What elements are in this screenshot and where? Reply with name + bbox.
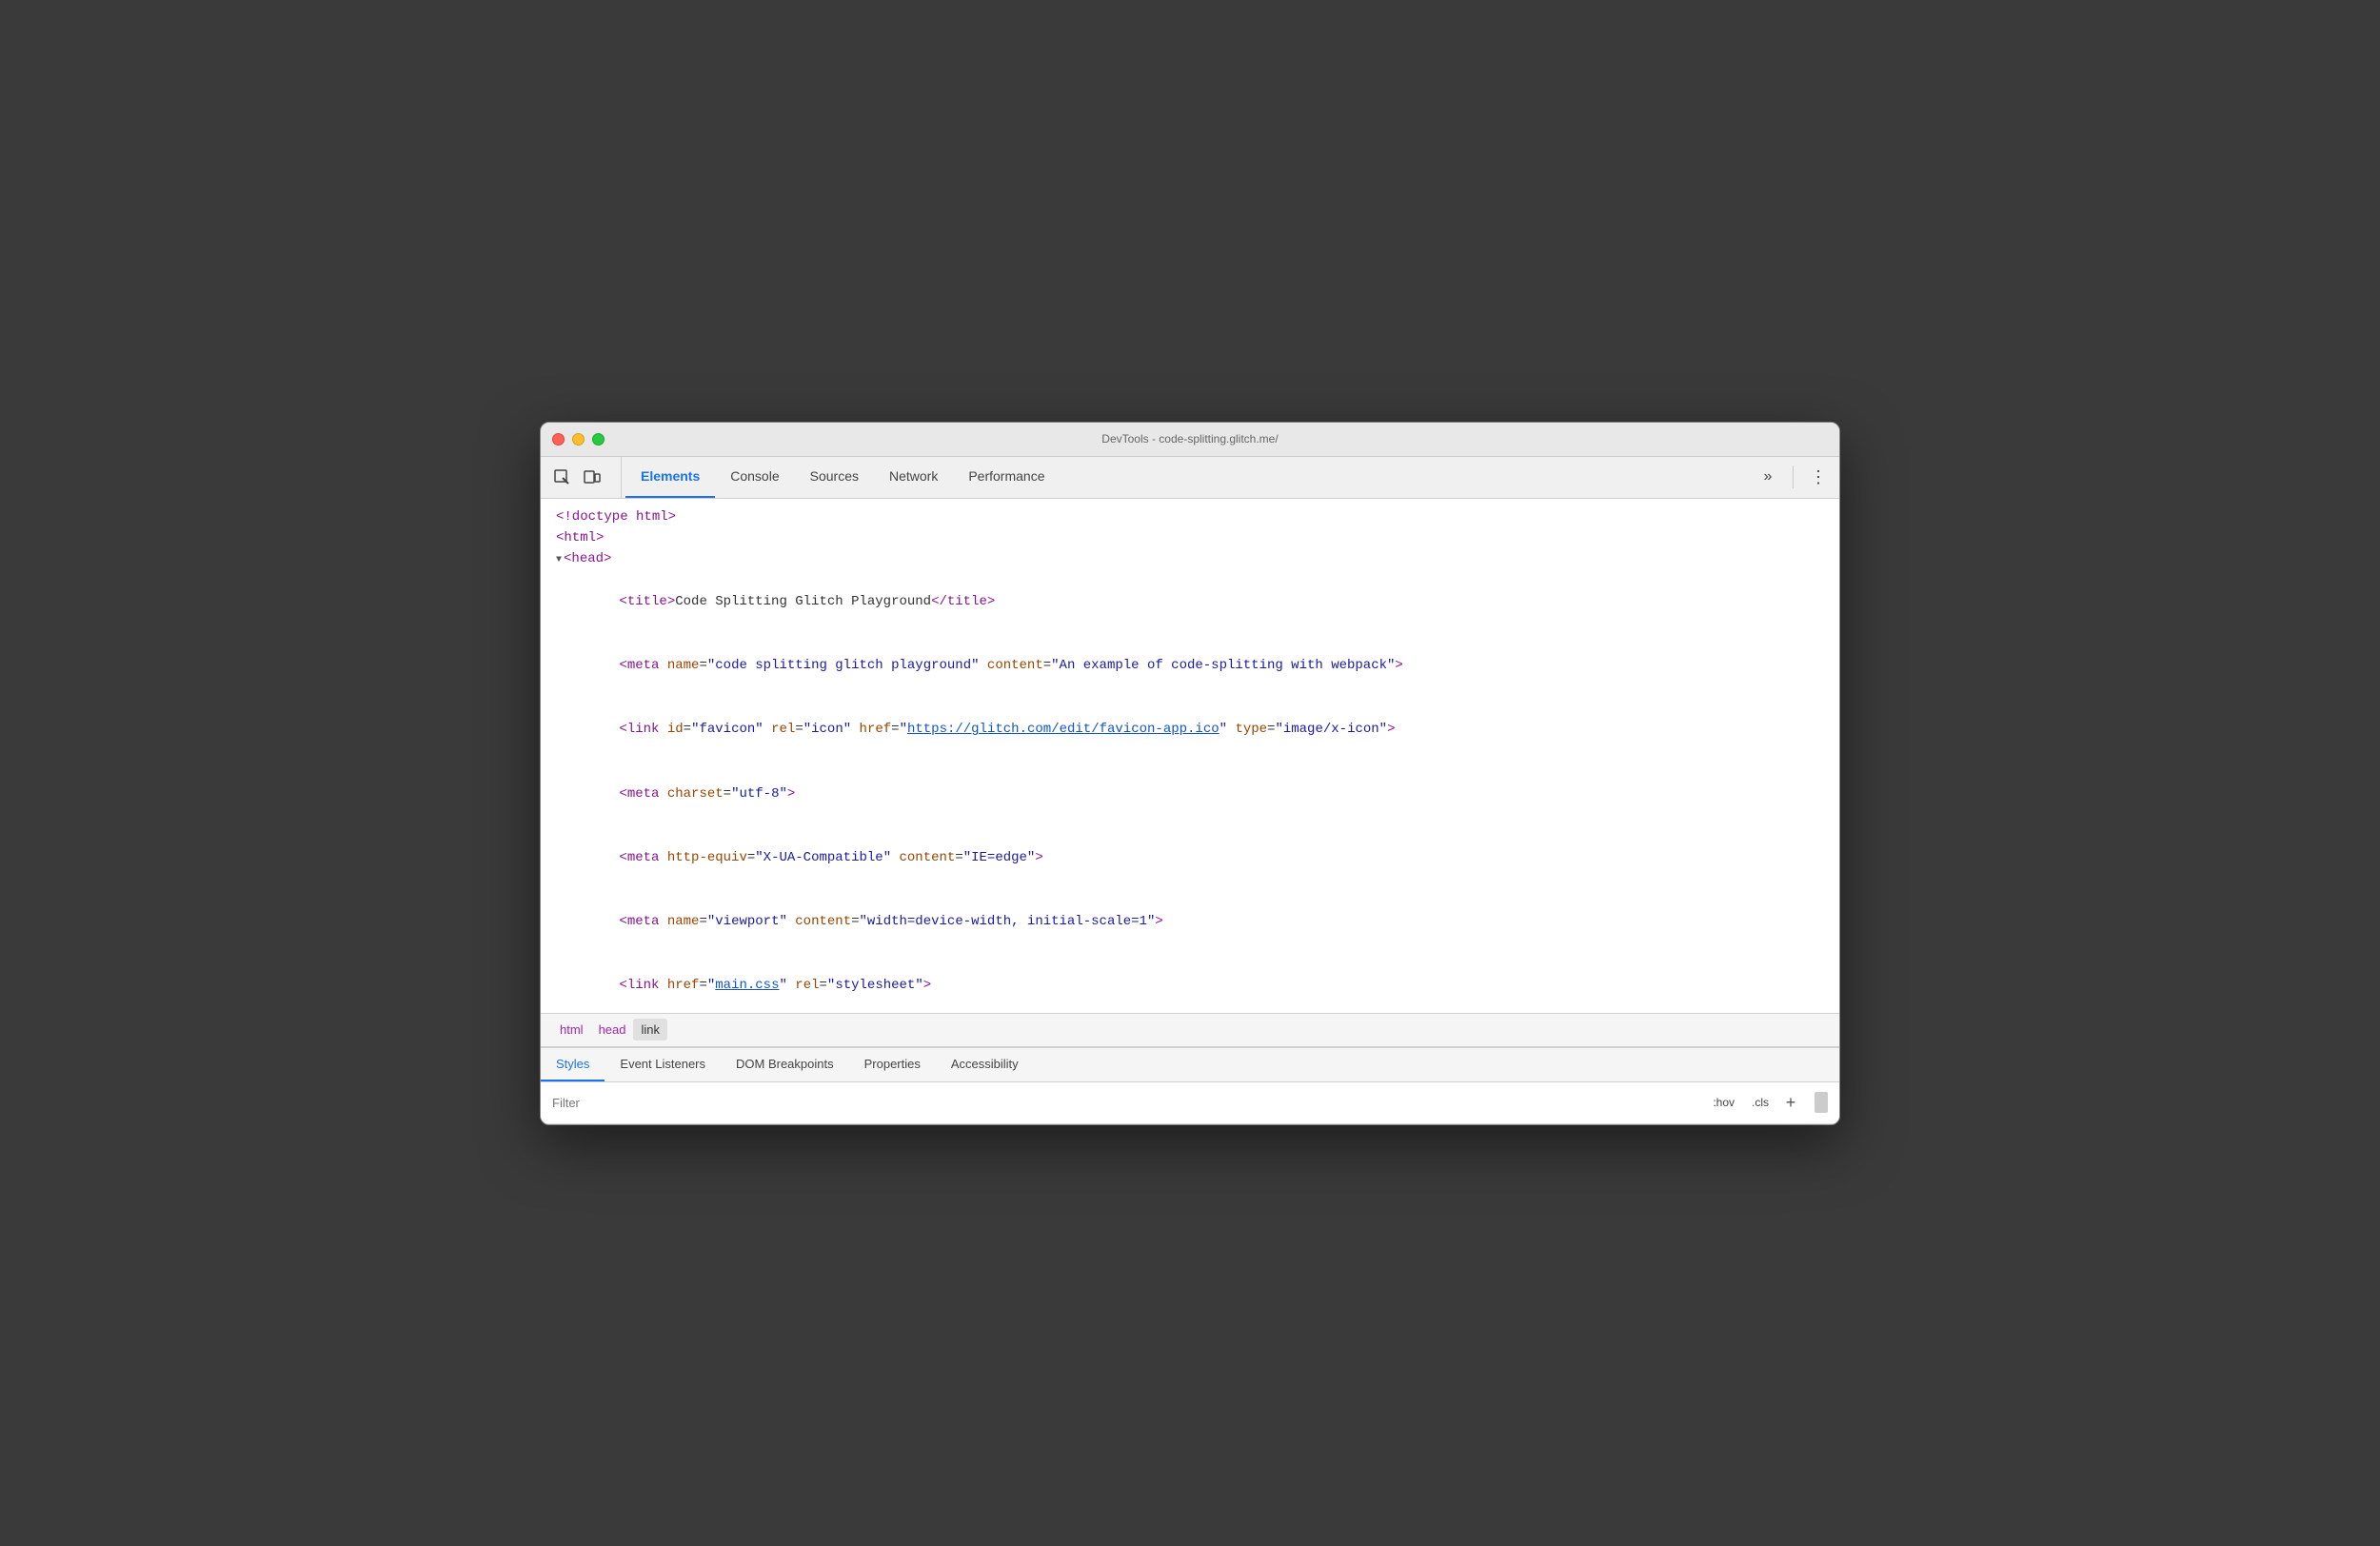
triangle-icon: ▼ xyxy=(556,553,562,568)
meta1-line: <meta name="code splitting glitch playgr… xyxy=(541,634,1839,698)
meta-charset-line: <meta charset="utf-8"> xyxy=(541,762,1839,825)
breadcrumb-html[interactable]: html xyxy=(552,1019,591,1041)
tab-styles[interactable]: Styles xyxy=(541,1048,605,1081)
favicon-link[interactable]: https://glitch.com/edit/favicon-app.ico xyxy=(907,722,1220,737)
styles-tabs: Styles Event Listeners DOM Breakpoints P… xyxy=(541,1048,1839,1082)
maximize-button[interactable] xyxy=(592,433,605,446)
doctype-line: <!doctype html> xyxy=(541,506,1839,527)
more-tabs-button[interactable]: » xyxy=(1755,464,1781,490)
divider xyxy=(1793,466,1794,488)
window-title: DevTools - code-splitting.glitch.me/ xyxy=(1101,432,1278,446)
cls-button[interactable]: .cls xyxy=(1746,1094,1775,1111)
breadcrumb-head[interactable]: head xyxy=(591,1019,634,1041)
html-tag-line: <html> xyxy=(541,527,1839,548)
tab-accessibility[interactable]: Accessibility xyxy=(936,1048,1034,1081)
devtools-icons xyxy=(548,457,622,498)
link-favicon-line: <link id="favicon" rel="icon" href="http… xyxy=(541,698,1839,762)
tab-dom-breakpoints[interactable]: DOM Breakpoints xyxy=(721,1048,849,1081)
filter-bar: :hov .cls + xyxy=(541,1082,1839,1124)
meta-compat-line: <meta http-equiv="X-UA-Compatible" conte… xyxy=(541,825,1839,889)
styles-panel: Styles Event Listeners DOM Breakpoints P… xyxy=(541,1047,1839,1124)
tab-properties[interactable]: Properties xyxy=(849,1048,936,1081)
tab-more: » ⋮ xyxy=(1755,457,1832,498)
tab-performance[interactable]: Performance xyxy=(953,457,1060,498)
breadcrumb-link[interactable]: link xyxy=(633,1019,667,1041)
filter-buttons: :hov .cls + xyxy=(1707,1092,1828,1113)
tab-event-listeners[interactable]: Event Listeners xyxy=(605,1048,721,1081)
elements-panel: <!doctype html> <html> ▼<head> <title>Co… xyxy=(541,499,1839,1013)
title-tag-line: <title>Code Splitting Glitch Playground<… xyxy=(541,570,1839,634)
add-style-button[interactable]: + xyxy=(1780,1092,1801,1113)
traffic-lights xyxy=(552,433,605,446)
breadcrumb-bar: html head link xyxy=(541,1013,1839,1047)
hov-button[interactable]: :hov xyxy=(1707,1094,1740,1111)
scrollbar-thumb xyxy=(1815,1092,1828,1113)
tab-elements[interactable]: Elements xyxy=(625,457,715,498)
tab-network[interactable]: Network xyxy=(874,457,953,498)
device-icon[interactable] xyxy=(579,464,605,490)
close-button[interactable] xyxy=(552,433,565,446)
head-tag-line: ▼<head> xyxy=(541,548,1839,569)
tab-sources[interactable]: Sources xyxy=(795,457,874,498)
minimize-button[interactable] xyxy=(572,433,585,446)
meta-viewport-line: <meta name="viewport" content="width=dev… xyxy=(541,890,1839,954)
devtools-menu-button[interactable]: ⋮ xyxy=(1805,464,1832,490)
filter-input[interactable] xyxy=(552,1096,1707,1110)
main-css-link[interactable]: main.css xyxy=(715,978,779,993)
title-bar: DevTools - code-splitting.glitch.me/ xyxy=(541,423,1839,457)
tab-bar: Elements Console Sources Network Perform… xyxy=(541,457,1839,499)
tab-console[interactable]: Console xyxy=(715,457,794,498)
link-css-line: <link href="main.css" rel="stylesheet"> xyxy=(541,954,1839,1013)
inspect-icon[interactable] xyxy=(548,464,575,490)
devtools-window: DevTools - code-splitting.glitch.me/ Ele… xyxy=(540,422,1840,1125)
